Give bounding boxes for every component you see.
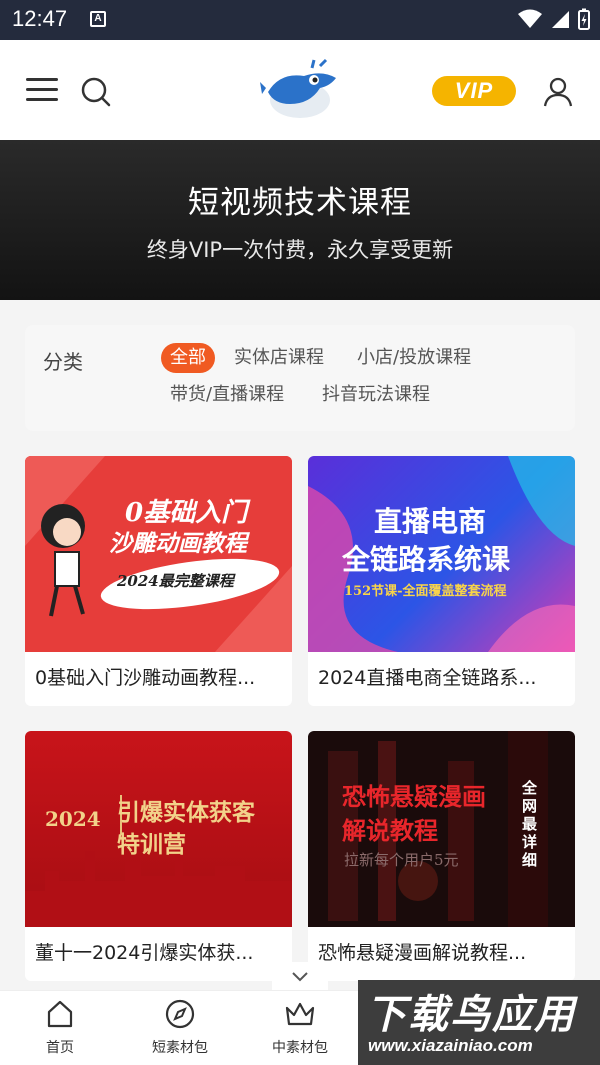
thumb-text: 拉新每个用户5元: [344, 851, 459, 869]
course-card[interactable]: 恐怖悬疑漫画 解说教程 拉新每个用户5元 全网最详细 恐怖悬疑漫画解说教程...: [308, 731, 575, 981]
thumb-text: 2024: [45, 807, 101, 831]
collapse-handle[interactable]: [272, 962, 328, 992]
crown-icon: [285, 1002, 315, 1026]
home-icon: [47, 1000, 73, 1028]
status-time: 12:47: [12, 6, 68, 31]
status-bar: 12:47 A: [0, 0, 600, 40]
course-title: 2024直播电商全链路系...: [318, 667, 537, 689]
course-card[interactable]: 直播电商 全链路系统课 152节课-全面覆盖整套流程 2024直播电商全链路系.…: [308, 456, 575, 706]
system-icons: [518, 8, 590, 30]
thumb-text: 解说教程: [342, 816, 438, 845]
app-logo-icon: [260, 58, 336, 118]
thumb-text: 恐怖悬疑漫画: [342, 782, 486, 811]
nav-item-short-materials[interactable]: 短素材包: [130, 999, 230, 1057]
user-icon[interactable]: [542, 76, 574, 108]
course-thumbnail: 直播电商 全链路系统课 152节课-全面覆盖整套流程: [308, 456, 575, 652]
watermark-url: www.xiazainiao.com: [368, 1036, 533, 1055]
course-thumbnail: 2024 引爆实体获客 特训营: [25, 731, 292, 927]
thumb-text: 2024最完整课程: [117, 572, 234, 590]
thumb-text: 152节课-全面覆盖整套流程: [344, 584, 507, 599]
signal-icon: [552, 11, 569, 28]
course-card[interactable]: 0基础入门 沙雕动画教程 2024最完整课程 0基础入门沙雕动画教程...: [25, 456, 292, 706]
filter-label: 分类: [43, 350, 83, 374]
nav-label: 首页: [46, 1040, 74, 1056]
category-filter: 分类 全部 实体店课程 小店/投放课程 带货/直播课程 抖音玩法课程: [25, 325, 575, 431]
thumb-text: 特训营: [117, 831, 186, 858]
watermark-title: 下载鸟应用: [366, 992, 576, 1038]
menu-icon[interactable]: [26, 78, 58, 102]
notification-icon: A: [90, 11, 106, 27]
nav-item-home[interactable]: 首页: [10, 999, 110, 1057]
chevron-down-icon: [292, 972, 308, 982]
category-chip-shop[interactable]: 小店/投放课程: [357, 343, 471, 373]
thumb-text: 全链路系统课: [342, 543, 511, 576]
thumb-text: 全网最详细: [522, 779, 538, 869]
hero-banner: 短视频技术课程 终身VIP一次付费，永久享受更新: [0, 140, 600, 300]
course-title: 恐怖悬疑漫画解说教程...: [318, 942, 527, 964]
thumb-text: 沙雕动画教程: [109, 530, 247, 557]
course-thumbnail: 0基础入门 沙雕动画教程 2024最完整课程: [25, 456, 292, 652]
category-chip-all[interactable]: 全部: [161, 343, 215, 373]
course-title: 董十一2024引爆实体获...: [35, 942, 254, 964]
search-icon[interactable]: [80, 76, 112, 108]
app-header: VIP: [0, 40, 600, 140]
banner-title: 短视频技术课程: [188, 185, 412, 221]
course-thumbnail: 恐怖悬疑漫画 解说教程 拉新每个用户5元 全网最详细: [308, 731, 575, 927]
course-title: 0基础入门沙雕动画教程...: [35, 667, 256, 689]
thumb-text: 引爆实体获客: [117, 799, 255, 826]
compass-icon: [165, 999, 195, 1029]
nav-label: 中素材包: [272, 1040, 328, 1056]
thumb-text: 直播电商: [374, 505, 487, 538]
banner-subtitle: 终身VIP一次付费，永久享受更新: [146, 238, 454, 262]
battery-icon: [578, 8, 590, 30]
category-chip-live[interactable]: 带货/直播课程: [170, 380, 284, 410]
nav-item-mid-materials[interactable]: 中素材包: [250, 999, 350, 1057]
vip-button[interactable]: VIP: [432, 76, 516, 106]
wifi-icon: [518, 9, 542, 28]
category-chip-offline[interactable]: 实体店课程: [234, 343, 324, 373]
category-chip-douyin[interactable]: 抖音玩法课程: [322, 380, 430, 410]
nav-label: 短素材包: [152, 1040, 208, 1056]
site-watermark: 下载鸟应用 www.xiazainiao.com: [358, 980, 600, 1065]
course-card[interactable]: 2024 引爆实体获客 特训营 董十一2024引爆实体获...: [25, 731, 292, 981]
